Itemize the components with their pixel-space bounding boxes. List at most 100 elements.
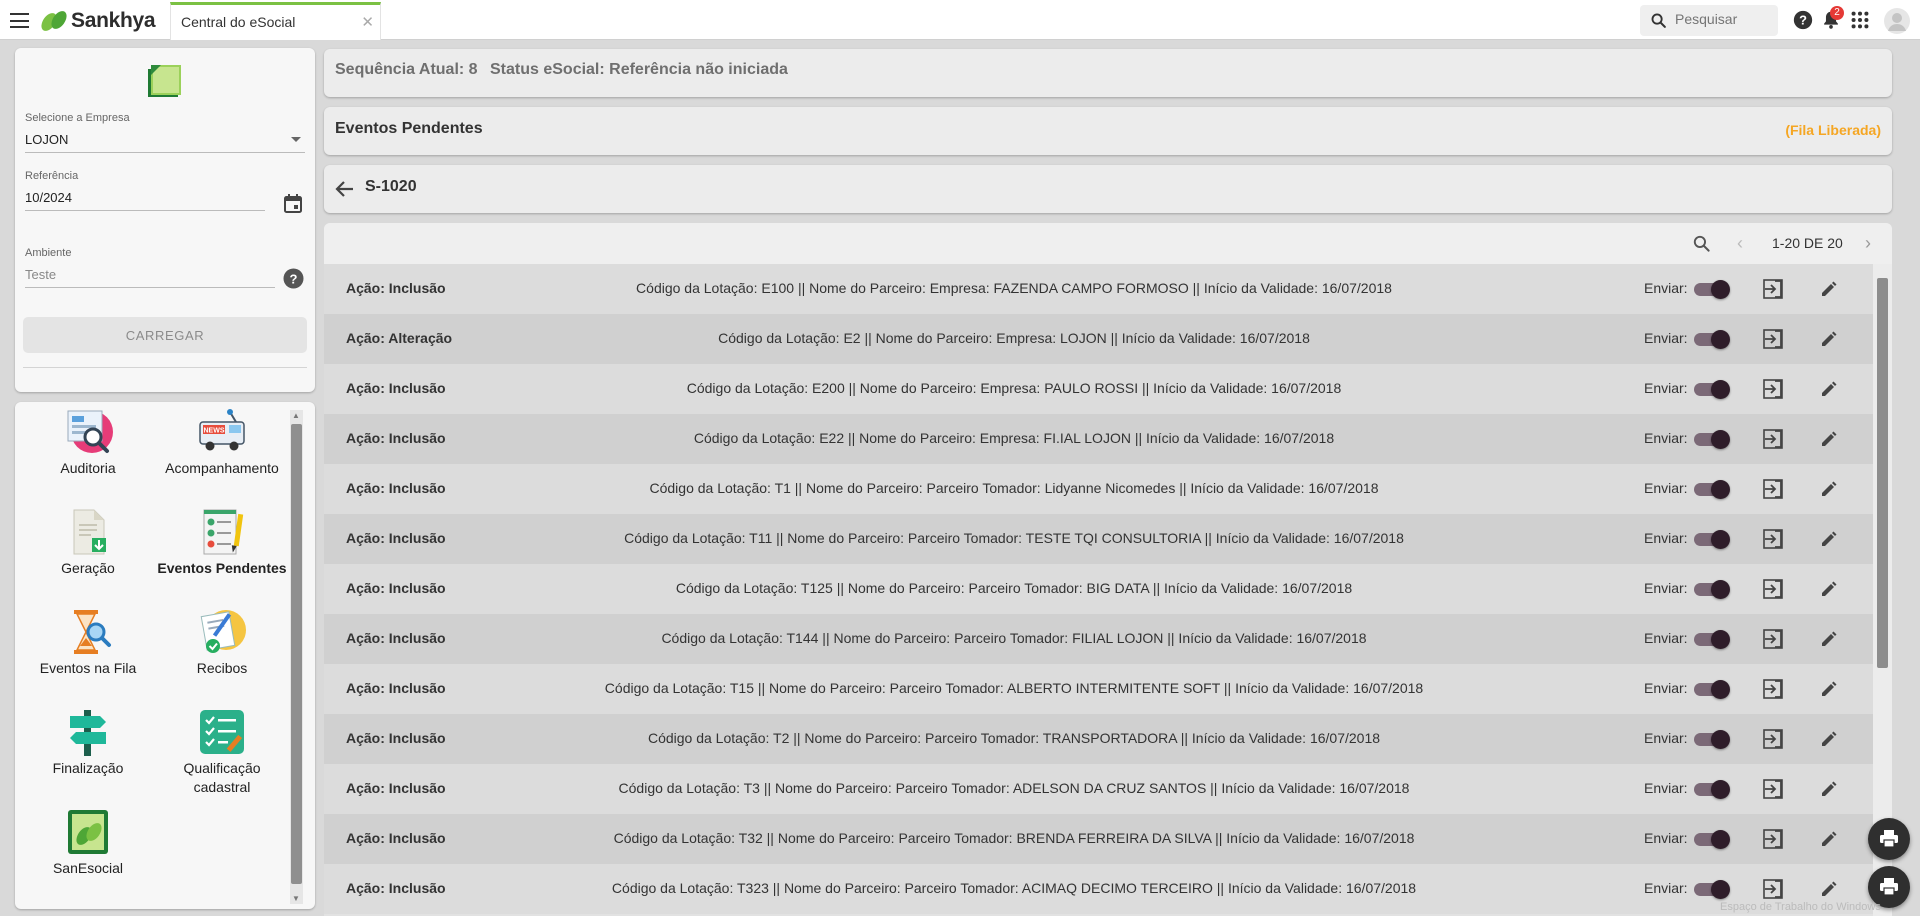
edit-pencil-icon[interactable] bbox=[1819, 729, 1839, 749]
row-action: Ação: Inclusão bbox=[346, 680, 446, 696]
edit-pencil-icon[interactable] bbox=[1819, 479, 1839, 499]
export-icon[interactable] bbox=[1762, 828, 1784, 850]
edit-pencil-icon[interactable] bbox=[1819, 379, 1839, 399]
row-action: Ação: Inclusão bbox=[346, 780, 446, 796]
close-tab-icon[interactable]: ✕ bbox=[361, 13, 374, 31]
list-scrollbar-thumb[interactable] bbox=[1877, 278, 1888, 668]
menu-item-qualificacao-cadastral[interactable]: Qualificação cadastral bbox=[157, 708, 287, 797]
receipt-check-icon bbox=[200, 610, 246, 653]
referencia-label: Referência bbox=[25, 170, 79, 182]
export-icon[interactable] bbox=[1762, 578, 1784, 600]
workspace-watermark: Espaço de Trabalho do Windows bbox=[1720, 901, 1881, 913]
send-toggle[interactable] bbox=[1694, 580, 1730, 599]
edit-pencil-icon[interactable] bbox=[1819, 829, 1839, 849]
export-icon[interactable] bbox=[1762, 878, 1784, 900]
export-icon[interactable] bbox=[1762, 428, 1784, 450]
menu-scrollbar-thumb[interactable] bbox=[291, 424, 302, 884]
apps-grid-icon[interactable] bbox=[1849, 9, 1871, 31]
scroll-down-arrow-icon[interactable]: ▼ bbox=[292, 894, 300, 903]
audit-magnifier-icon bbox=[67, 410, 113, 453]
toggle-knob bbox=[1711, 330, 1730, 349]
send-toggle[interactable] bbox=[1694, 380, 1730, 399]
help-circle-icon[interactable]: ? bbox=[283, 268, 304, 289]
help-icon[interactable]: ? bbox=[1792, 9, 1814, 31]
load-button[interactable]: CARREGAR bbox=[23, 317, 307, 353]
edit-pencil-icon[interactable] bbox=[1819, 429, 1839, 449]
scroll-up-arrow-icon[interactable]: ▲ bbox=[292, 411, 300, 420]
global-search[interactable] bbox=[1640, 5, 1778, 36]
send-toggle[interactable] bbox=[1694, 680, 1730, 699]
export-icon[interactable] bbox=[1762, 478, 1784, 500]
menu-scrollbar[interactable]: ▲ ▼ bbox=[290, 410, 303, 904]
edit-pencil-icon[interactable] bbox=[1819, 629, 1839, 649]
menu-item-sanesocial[interactable]: SanEsocial bbox=[23, 808, 153, 878]
table-row: Ação: Alteração Código da Lotação: E2 || … bbox=[324, 314, 1873, 364]
svg-text:?: ? bbox=[290, 272, 298, 287]
print-button[interactable] bbox=[1868, 818, 1910, 860]
export-icon[interactable] bbox=[1762, 728, 1784, 750]
event-code: S-1020 bbox=[365, 178, 417, 195]
export-icon[interactable] bbox=[1762, 378, 1784, 400]
send-toggle[interactable] bbox=[1694, 880, 1730, 899]
event-header: S-1020 bbox=[324, 165, 1892, 213]
export-icon[interactable] bbox=[1762, 328, 1784, 350]
empresa-select[interactable]: LOJON bbox=[25, 132, 305, 153]
user-avatar-icon[interactable] bbox=[1884, 8, 1910, 34]
back-arrow-icon[interactable] bbox=[335, 179, 355, 199]
send-label: Enviar: bbox=[1644, 680, 1688, 696]
edit-pencil-icon[interactable] bbox=[1819, 279, 1839, 299]
send-label: Enviar: bbox=[1644, 880, 1688, 896]
edit-pencil-icon[interactable] bbox=[1819, 779, 1839, 799]
send-toggle[interactable] bbox=[1694, 780, 1730, 799]
previous-page-icon[interactable]: ‹ bbox=[1737, 233, 1743, 254]
export-icon[interactable] bbox=[1762, 778, 1784, 800]
menu-item-eventos-pendentes[interactable]: Eventos Pendentes bbox=[157, 508, 287, 578]
row-action: Ação: Inclusão bbox=[346, 380, 446, 396]
send-toggle[interactable] bbox=[1694, 480, 1730, 499]
menu-label-qualificacao-line2: cadastral bbox=[193, 779, 251, 795]
send-toggle[interactable] bbox=[1694, 330, 1730, 349]
toggle-knob bbox=[1711, 680, 1730, 699]
search-input[interactable] bbox=[1675, 11, 1770, 27]
edit-pencil-icon[interactable] bbox=[1819, 579, 1839, 599]
send-toggle[interactable] bbox=[1694, 630, 1730, 649]
edit-pencil-icon[interactable] bbox=[1819, 329, 1839, 349]
export-icon[interactable] bbox=[1762, 278, 1784, 300]
hamburger-menu-icon[interactable] bbox=[10, 13, 29, 28]
send-label: Enviar: bbox=[1644, 480, 1688, 496]
table-row: Ação: Inclusão Código da Lotação: E200 ||… bbox=[324, 364, 1873, 414]
send-toggle[interactable] bbox=[1694, 430, 1730, 449]
sankhya-logo[interactable]: Sankhya bbox=[40, 8, 156, 34]
next-page-icon[interactable]: › bbox=[1865, 233, 1871, 254]
edit-pencil-icon[interactable] bbox=[1819, 879, 1839, 899]
calendar-icon[interactable] bbox=[283, 193, 303, 214]
sankhya-leaf-icon bbox=[41, 11, 67, 31]
menu-item-eventos-fila[interactable]: Eventos na Fila bbox=[23, 608, 153, 678]
navigation-menu-panel: Auditoria NEWS Acompanhamento Geração Ev… bbox=[15, 402, 315, 909]
tab-central-esocial[interactable]: Central do eSocial ✕ bbox=[170, 2, 381, 40]
export-icon[interactable] bbox=[1762, 528, 1784, 550]
referencia-input[interactable]: 10/2024 bbox=[25, 190, 265, 211]
menu-item-auditoria[interactable]: Auditoria bbox=[23, 408, 153, 478]
search-icon[interactable] bbox=[1692, 234, 1711, 253]
menu-item-acompanhamento[interactable]: NEWS Acompanhamento bbox=[157, 408, 287, 478]
menu-item-finalizacao[interactable]: Finalização bbox=[23, 708, 153, 778]
send-toggle[interactable] bbox=[1694, 530, 1730, 549]
send-toggle[interactable] bbox=[1694, 730, 1730, 749]
send-toggle[interactable] bbox=[1694, 280, 1730, 299]
row-action: Ação: Inclusão bbox=[346, 580, 446, 596]
edit-pencil-icon[interactable] bbox=[1819, 679, 1839, 699]
menu-item-geracao[interactable]: Geração bbox=[23, 508, 153, 578]
menu-label-acompanhamento: Acompanhamento bbox=[165, 460, 279, 476]
ambiente-value: Teste bbox=[25, 267, 57, 282]
pagination-info: 1-20 DE 20 bbox=[1772, 235, 1843, 251]
send-toggle[interactable] bbox=[1694, 830, 1730, 849]
export-icon[interactable] bbox=[1762, 678, 1784, 700]
edit-pencil-icon[interactable] bbox=[1819, 529, 1839, 549]
menu-item-recibos[interactable]: Recibos bbox=[157, 608, 287, 678]
export-icon[interactable] bbox=[1762, 628, 1784, 650]
row-description: Código da Lotação: T3 || Nome do Parceir… bbox=[618, 780, 1410, 796]
send-label: Enviar: bbox=[1644, 830, 1688, 846]
toggle-knob bbox=[1711, 380, 1730, 399]
status-esocial: Status eSocial: Referência não iniciada bbox=[490, 61, 788, 78]
